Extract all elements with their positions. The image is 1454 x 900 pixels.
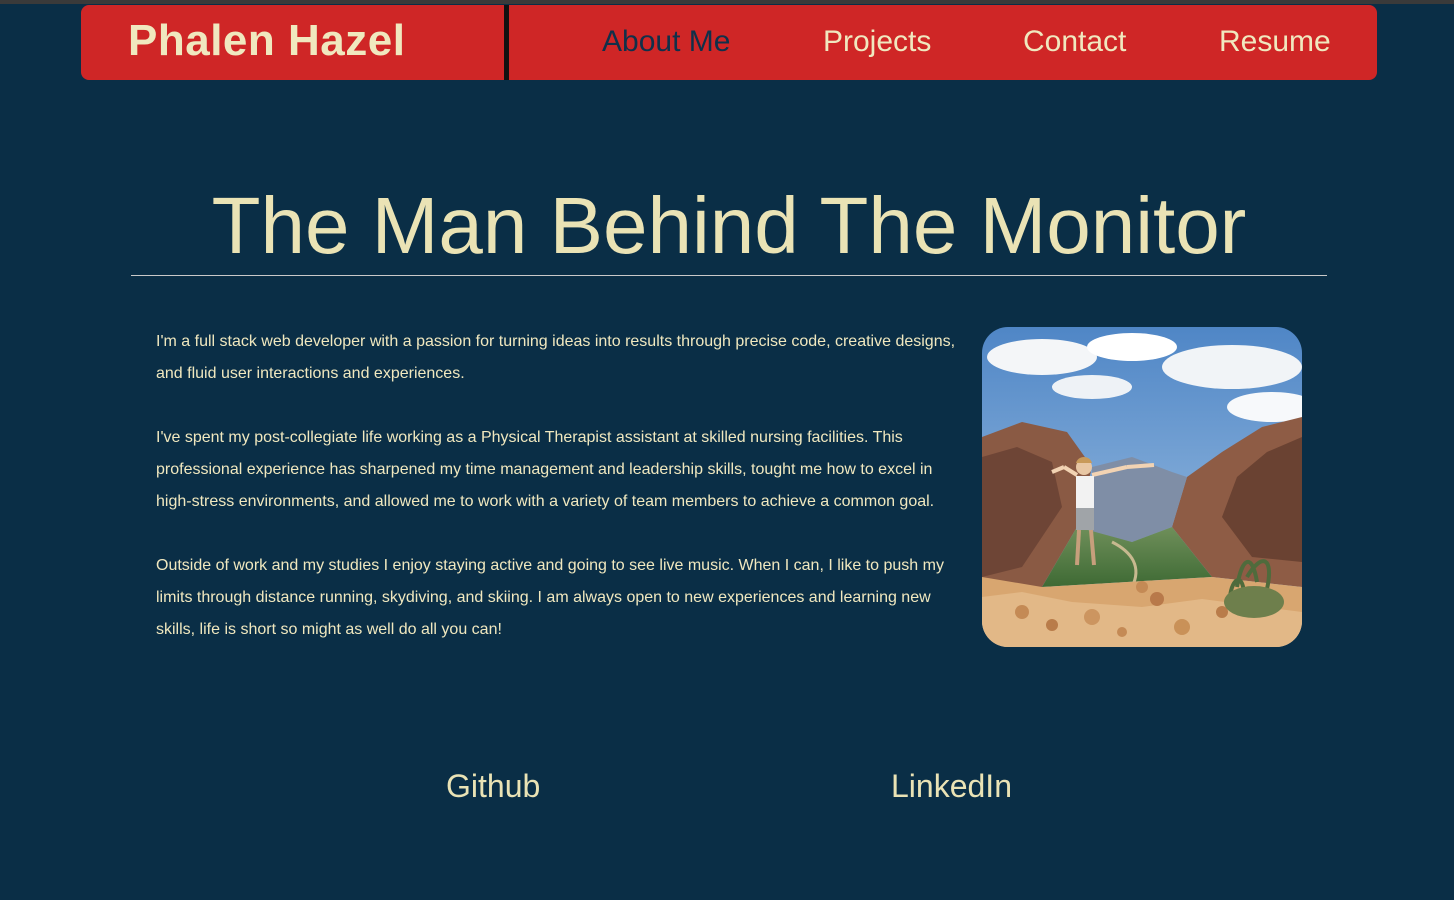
bio-section: I'm a full stack web developer with a pa… <box>156 326 966 678</box>
nav-resume[interactable]: Resume <box>1219 23 1331 61</box>
nav-about-me[interactable]: About Me <box>602 23 730 61</box>
nav-divider <box>504 5 509 80</box>
nav-projects[interactable]: Projects <box>823 23 931 61</box>
profile-photo-illustration <box>982 327 1302 647</box>
browser-top-edge <box>0 0 1454 4</box>
bio-paragraph-experience: I've spent my post-collegiate life worki… <box>156 429 935 510</box>
footer-linkedin-link[interactable]: LinkedIn <box>891 766 1012 806</box>
profile-photo <box>982 327 1302 647</box>
navbar: Phalen Hazel About Me Projects Contact R… <box>81 5 1377 80</box>
bio-paragraph-intro: I'm a full stack web developer with a pa… <box>156 333 956 382</box>
brand-name[interactable]: Phalen Hazel <box>128 15 405 67</box>
page-title: The Man Behind The Monitor <box>211 181 1247 270</box>
nav-contact[interactable]: Contact <box>1023 23 1126 61</box>
title-divider <box>131 275 1327 276</box>
footer-github-link[interactable]: Github <box>446 766 540 806</box>
bio-paragraph-hobbies: Outside of work and my studies I enjoy s… <box>156 557 944 638</box>
